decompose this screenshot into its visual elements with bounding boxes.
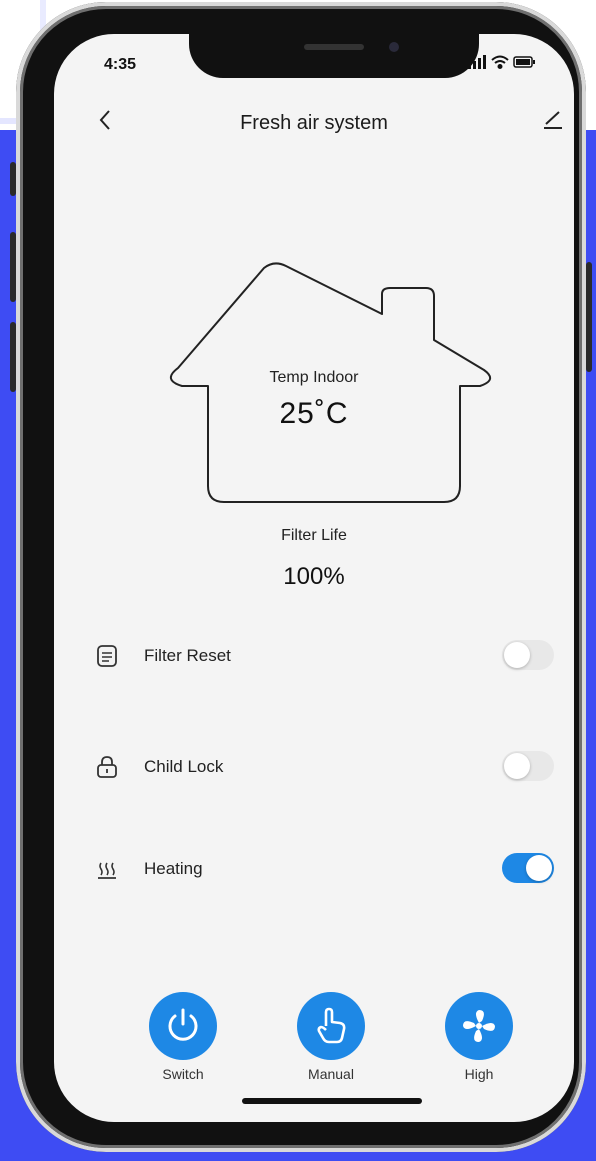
home-indicator[interactable]	[242, 1098, 422, 1104]
wifi-icon	[491, 55, 509, 69]
heating-toggle[interactable]	[502, 853, 554, 883]
document-list-icon	[97, 645, 117, 667]
toggle-knob	[526, 855, 552, 881]
high-button[interactable]	[445, 992, 513, 1060]
high-control[interactable]: High	[434, 992, 524, 1082]
manual-control[interactable]: Manual	[286, 992, 376, 1082]
signal-icon	[468, 55, 486, 69]
switch-button[interactable]	[149, 992, 217, 1060]
volume-down-button	[10, 322, 16, 392]
mute-switch	[10, 162, 16, 196]
setting-row-heating: Heating	[94, 849, 554, 889]
manual-caption: Manual	[308, 1066, 354, 1082]
power-icon	[168, 1008, 198, 1041]
edit-icon[interactable]	[540, 106, 566, 132]
notch	[189, 34, 479, 78]
setting-label-child-lock: Child Lock	[144, 757, 224, 776]
speaker	[304, 44, 364, 50]
phone-frame: 4:35 Fresh air system Temp Indoor 25˚C F…	[10, 2, 592, 1152]
temp-indoor-value: 25˚C	[279, 397, 349, 430]
child-lock-toggle[interactable]	[502, 751, 554, 781]
status-time: 4:35	[104, 56, 137, 73]
status-icons	[468, 55, 535, 69]
filter-life-value: 100%	[283, 563, 345, 590]
switch-caption: Switch	[162, 1066, 204, 1082]
front-camera	[389, 42, 399, 52]
toggle-knob	[504, 753, 530, 779]
toggle-knob	[504, 642, 530, 668]
high-caption: High	[464, 1066, 494, 1082]
switch-control[interactable]: Switch	[138, 992, 228, 1082]
hand-pointer-icon	[317, 1007, 346, 1044]
setting-row-child-lock: Child Lock	[94, 747, 554, 787]
volume-up-button	[10, 232, 16, 302]
filter-life-label: Filter Life	[281, 527, 347, 544]
battery-icon	[513, 56, 535, 68]
setting-label-heating: Heating	[144, 859, 203, 878]
setting-label-filter-reset: Filter Reset	[144, 646, 231, 665]
lock-icon	[97, 756, 117, 778]
temp-indoor-label: Temp Indoor	[269, 369, 359, 386]
heating-icon	[98, 862, 116, 879]
filter-reset-toggle[interactable]	[502, 640, 554, 670]
stage: 4:35 Fresh air system Temp Indoor 25˚C F…	[0, 0, 596, 1161]
setting-row-filter-reset: Filter Reset	[94, 636, 554, 676]
page-title: Fresh air system	[240, 112, 388, 134]
manual-button[interactable]	[297, 992, 365, 1060]
phone-screen: 4:35 Fresh air system Temp Indoor 25˚C F…	[54, 34, 574, 1122]
fan-icon	[463, 1010, 495, 1042]
power-side-button	[586, 262, 592, 372]
